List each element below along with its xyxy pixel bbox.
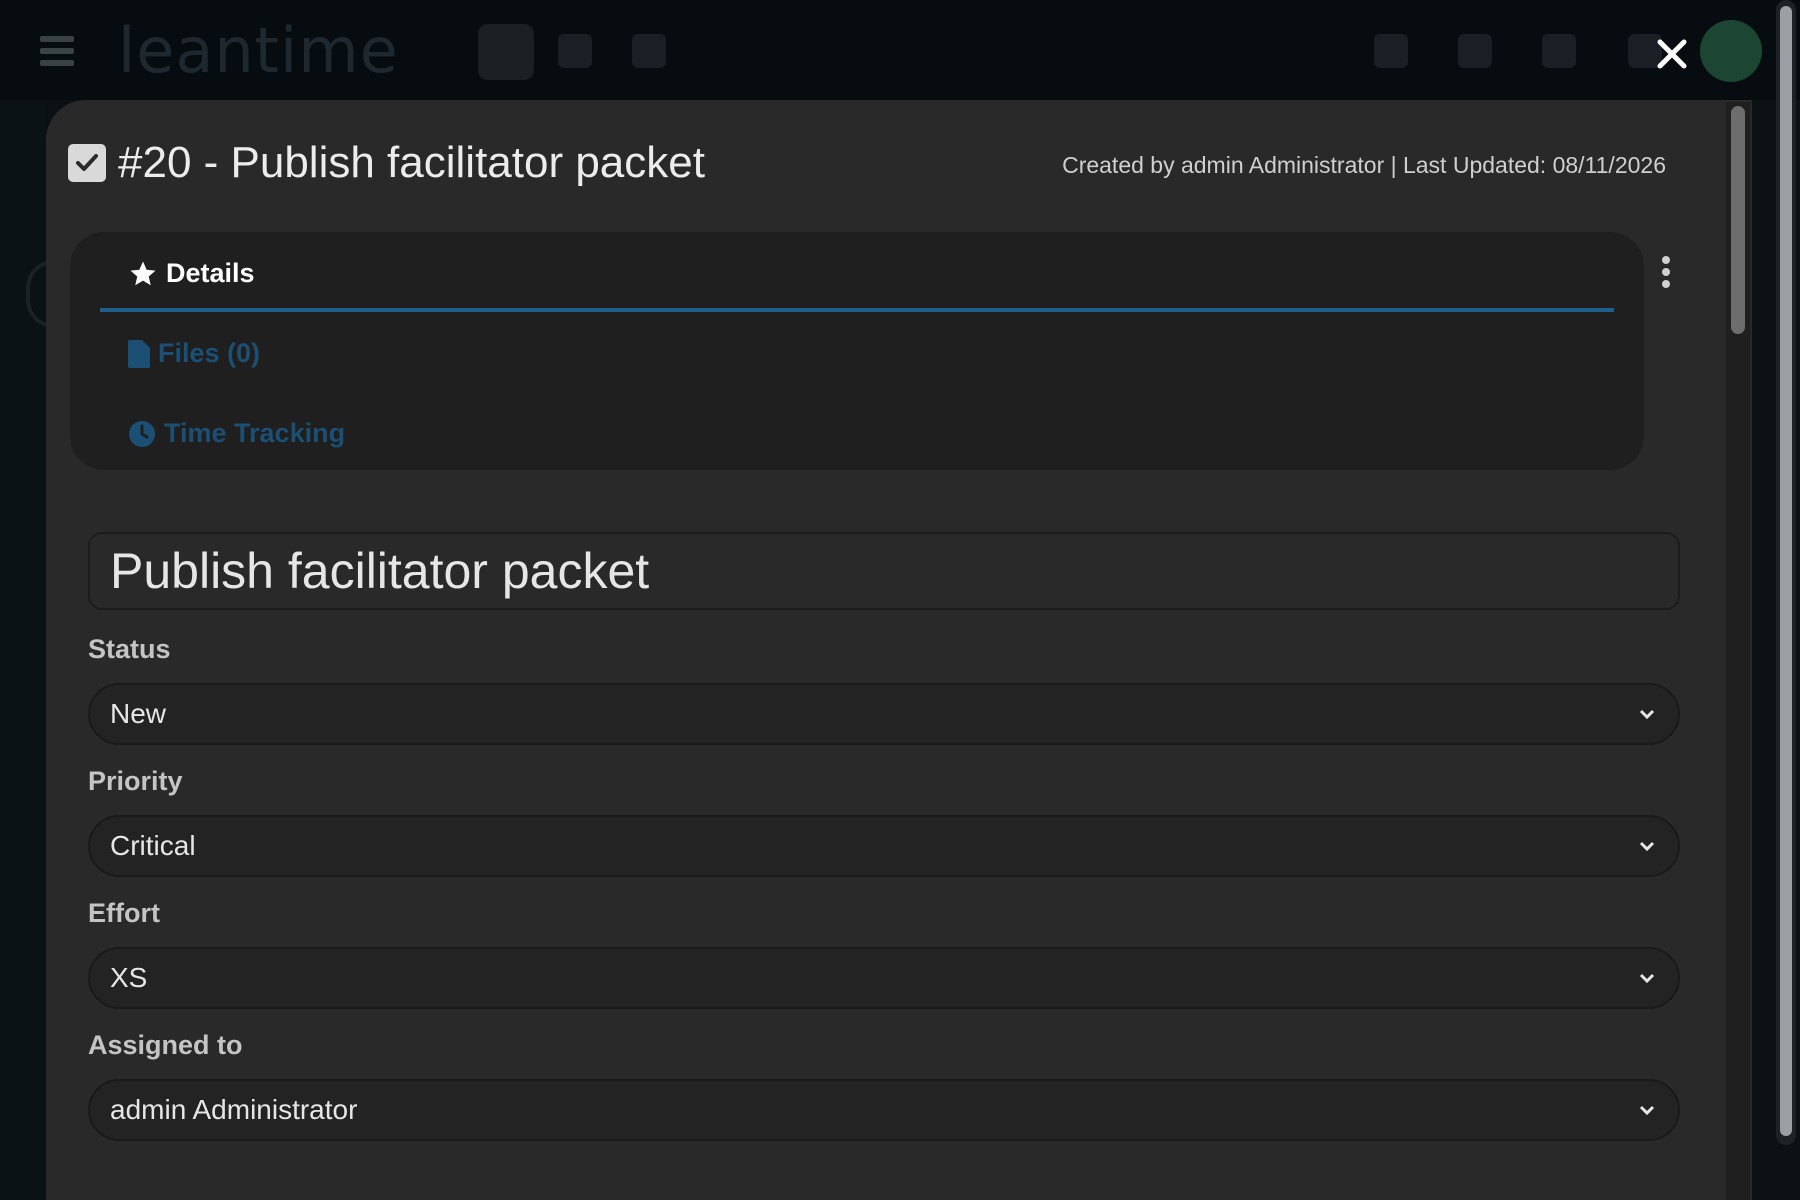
checkbox-icon <box>68 144 106 182</box>
tab-active-indicator <box>100 308 1614 312</box>
search-icon[interactable] <box>558 34 592 68</box>
priority-select[interactable]: Critical <box>88 815 1680 877</box>
app-logo: leantime <box>118 14 399 87</box>
bell-icon[interactable] <box>1542 34 1576 68</box>
assigned-value: admin Administrator <box>110 1094 358 1125</box>
more-options-icon[interactable] <box>1658 256 1674 292</box>
effort-select[interactable]: XS <box>88 947 1680 1009</box>
ticket-title: #20 - Publish facilitator packet <box>118 138 705 187</box>
modal-scrollbar[interactable] <box>1726 102 1750 1200</box>
home-icon[interactable] <box>1374 34 1408 68</box>
ticket-meta: Created by admin Administrator | Last Up… <box>1062 152 1666 178</box>
tab-label: Files (0) <box>158 338 261 368</box>
assigned-label: Assigned to <box>88 1030 243 1060</box>
calendar-icon[interactable] <box>632 34 666 68</box>
status-value: New <box>110 698 167 729</box>
effort-label: Effort <box>88 898 160 928</box>
ticket-title-input[interactable]: Publish facilitator packet <box>88 532 1680 610</box>
star-icon <box>130 261 156 285</box>
tab-details[interactable]: Details <box>128 258 255 289</box>
user-avatar[interactable] <box>1700 20 1762 82</box>
clock-icon <box>129 420 155 447</box>
effort-value: XS <box>110 962 148 993</box>
priority-label: Priority <box>88 766 183 796</box>
tab-time-tracking[interactable]: Time Tracking <box>128 418 345 449</box>
dashboard-icon[interactable] <box>478 24 534 80</box>
chevron-down-icon <box>1639 841 1655 852</box>
chevron-down-icon <box>1639 709 1655 720</box>
assigned-select[interactable]: admin Administrator <box>88 1079 1680 1141</box>
status-select[interactable]: New <box>88 683 1680 745</box>
pin-icon[interactable] <box>1458 34 1492 68</box>
file-icon <box>128 339 150 368</box>
tab-bar: Details Files (0) Time Tracking <box>70 232 1644 470</box>
status-label: Status <box>88 634 171 664</box>
tab-label: Time Tracking <box>164 418 346 448</box>
ticket-modal: #20 - Publish facilitator packet Created… <box>46 100 1752 1200</box>
background-sidebar <box>0 100 82 1200</box>
page-scrollbar[interactable] <box>1776 0 1796 1145</box>
chevron-down-icon <box>1639 973 1655 984</box>
tab-label: Details <box>166 258 255 288</box>
close-icon[interactable] <box>1652 34 1692 74</box>
app-header: leantime <box>0 0 1800 100</box>
tab-files[interactable]: Files (0) <box>128 338 260 369</box>
chevron-down-icon <box>1639 1105 1655 1116</box>
menu-icon[interactable] <box>40 36 74 66</box>
priority-value: Critical <box>110 830 196 861</box>
